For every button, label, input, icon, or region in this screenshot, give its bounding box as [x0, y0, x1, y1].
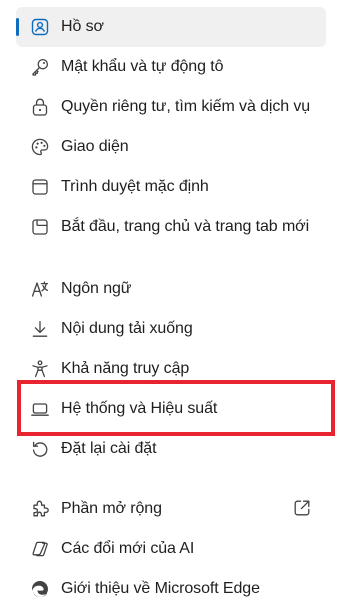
menu-item-label: Trình duyệt mặc định — [61, 178, 209, 195]
menu-item-label: Các đổi mới của AI — [61, 540, 195, 557]
ai-innovations-icon — [30, 539, 50, 559]
download-icon — [30, 319, 50, 339]
menu-item-about-edge[interactable]: Giới thiệu về Microsoft Edge — [16, 569, 326, 609]
menu-item-label: Hồ sơ — [61, 18, 104, 35]
menu-item-ai-innovations[interactable]: Các đổi mới của AI — [16, 529, 326, 569]
edge-logo-icon — [30, 579, 50, 599]
lock-icon — [30, 97, 50, 117]
menu-item-downloads[interactable]: Nội dung tải xuống — [16, 309, 326, 349]
external-link-icon[interactable] — [292, 498, 312, 518]
menu-item-profile[interactable]: Hồ sơ — [16, 7, 326, 47]
palette-icon — [30, 137, 50, 157]
menu-item-languages[interactable]: Ngôn ngữ — [16, 269, 326, 309]
reset-icon — [30, 439, 50, 459]
settings-navigation-menu: Hồ sơ Mật khẩu và tự động tô Quyền riêng… — [0, 0, 352, 599]
puzzle-icon — [30, 499, 50, 519]
highlight-box — [17, 380, 335, 436]
menu-item-label: Giao diện — [61, 138, 129, 155]
selected-indicator — [16, 18, 19, 36]
menu-item-label: Đặt lại cài đặt — [61, 440, 157, 457]
profile-icon — [30, 17, 50, 37]
new-tab-page-icon — [30, 217, 50, 237]
menu-item-label: Khả năng truy cập — [61, 360, 190, 377]
browser-icon — [30, 177, 50, 197]
menu-item-privacy[interactable]: Quyền riêng tư, tìm kiếm và dịch vụ — [16, 87, 326, 127]
menu-item-default-browser[interactable]: Trình duyệt mặc định — [16, 167, 326, 207]
menu-item-start-home-new-tab[interactable]: Bắt đầu, trang chủ và trang tab mới — [16, 207, 326, 247]
menu-item-label: Phần mở rộng — [61, 500, 162, 517]
menu-item-label: Ngôn ngữ — [61, 280, 132, 297]
key-icon — [30, 57, 50, 77]
language-icon — [30, 279, 50, 299]
menu-item-label: Giới thiệu về Microsoft Edge — [61, 580, 260, 597]
menu-item-appearance[interactable]: Giao diện — [16, 127, 326, 167]
menu-item-passwords[interactable]: Mật khẩu và tự động tô — [16, 47, 326, 87]
menu-item-label: Mật khẩu và tự động tô — [61, 58, 224, 75]
menu-item-label: Quyền riêng tư, tìm kiếm và dịch vụ — [61, 98, 311, 115]
accessibility-icon — [30, 359, 50, 379]
menu-item-label: Bắt đầu, trang chủ và trang tab mới — [61, 218, 310, 235]
menu-item-extensions[interactable]: Phần mở rộng — [16, 489, 326, 529]
menu-item-label: Nội dung tải xuống — [61, 320, 193, 337]
